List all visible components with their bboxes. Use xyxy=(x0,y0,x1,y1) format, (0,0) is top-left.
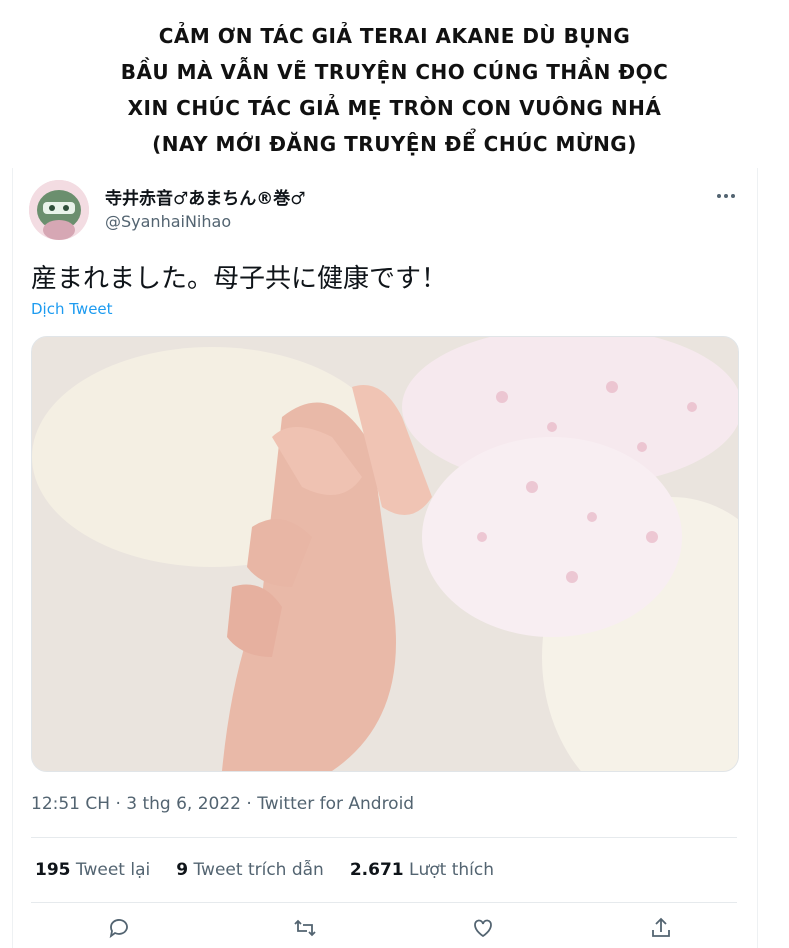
user-handle[interactable]: @SyanhaiNihao xyxy=(105,212,231,231)
tweet-photo[interactable] xyxy=(31,336,739,772)
quotes-count: 9 xyxy=(176,860,189,880)
likes-count: 2.671 xyxy=(349,860,404,880)
banner-line-4: (NAY MỚI ĐĂNG TRUYỆN ĐỂ CHÚC MỪNG) xyxy=(152,132,637,156)
tweet-text: 産まれました。母子共に健康です！ xyxy=(31,264,448,294)
reply-icon[interactable] xyxy=(107,916,135,940)
quotes-stat[interactable]: 9 Tweet trích dẫn xyxy=(176,860,324,880)
likes-stat[interactable]: 2.671 Lượt thích xyxy=(350,860,494,880)
quotes-label: Tweet trích dẫn xyxy=(193,860,324,880)
tweet-actions xyxy=(31,916,737,940)
share-icon[interactable] xyxy=(649,916,677,940)
tweet-card: 寺井赤音♂あまちん®巻♂ @SyanhaiNihao 産まれました。母子共に健康… xyxy=(12,168,758,948)
retweets-count: 195 xyxy=(35,860,71,880)
display-name[interactable]: 寺井赤音♂あまちん®巻♂ xyxy=(105,184,305,209)
tweet-stats: 195 Tweet lại 9 Tweet trích dẫn 2.671 Lư… xyxy=(35,860,494,880)
likes-label: Lượt thích xyxy=(409,860,495,880)
divider xyxy=(31,902,737,903)
scanlation-banner: CẢM ƠN TÁC GIẢ TERAI AKANE DÙ BỤNG BẦU M… xyxy=(0,18,789,162)
tweet-timestamp[interactable]: 12:51 CH · 3 thg 6, 2022 · Twitter for A… xyxy=(31,794,414,814)
translate-tweet-link[interactable]: Dịch Tweet xyxy=(31,300,113,318)
divider xyxy=(31,837,737,838)
avatar[interactable] xyxy=(29,180,89,240)
banner-line-2: BẦU MÀ VẪN VẼ TRUYỆN CHO CÚNG THẦN ĐỌC xyxy=(120,60,669,84)
more-icon[interactable] xyxy=(711,186,741,206)
like-icon[interactable] xyxy=(471,916,499,940)
retweets-label: Tweet lại xyxy=(75,860,151,880)
banner-line-3: XIN CHÚC TÁC GIẢ MẸ TRÒN CON VUÔNG NHÁ xyxy=(127,96,662,120)
retweet-icon[interactable] xyxy=(293,916,321,940)
retweets-stat[interactable]: 195 Tweet lại xyxy=(35,860,150,880)
banner-line-1: CẢM ƠN TÁC GIẢ TERAI AKANE DÙ BỤNG xyxy=(158,24,631,48)
